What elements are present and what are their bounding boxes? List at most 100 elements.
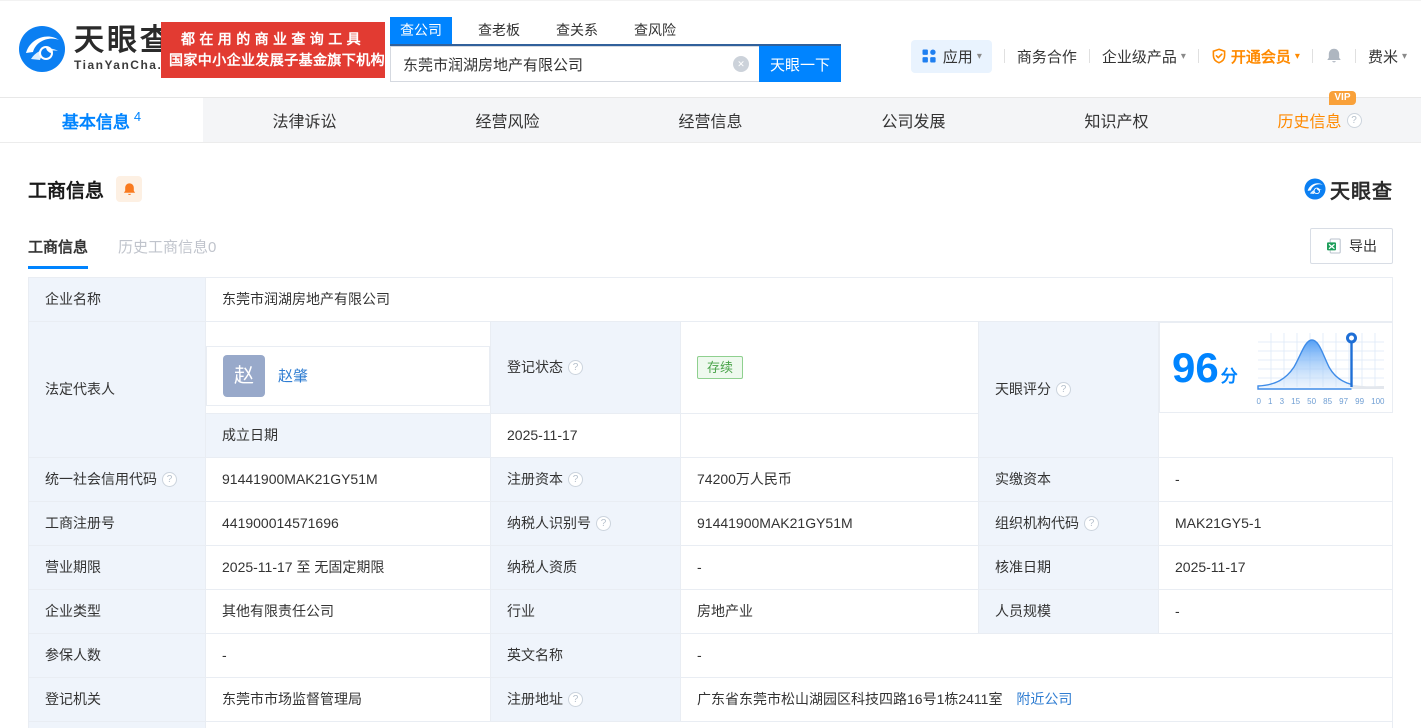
help-icon[interactable] [162,472,177,487]
legal-representative-cell: 赵 赵肇 [206,346,490,406]
help-icon[interactable] [568,360,583,375]
nav-user-menu[interactable]: 费米 ▾ [1368,46,1407,67]
tab-basic-info[interactable]: 基本信息 4 [0,98,203,142]
field-label: 工商注册号 [29,501,206,545]
subtab-history-business-info[interactable]: 历史工商信息0 [118,236,216,269]
table-row: 成立日期 2025-11-17 [29,413,1393,457]
field-label: 注册地址 [491,677,681,721]
organization-code-value: MAK21GY5-1 [1159,501,1393,545]
promo-banner: 都在用的商业查询工具 国家中小企业发展子基金旗下机构 [161,22,385,78]
company-tabbar: 基本信息 4 法律诉讼 经营风险 经营信息 公司发展 知识产权 历史信息 VIP [0,97,1421,143]
field-label: 纳税人识别号 [491,501,681,545]
search-button[interactable]: 天眼一下 [759,46,841,82]
search-tab-risk[interactable]: 查风险 [624,17,686,44]
table-row: 营业期限 2025-11-17 至 无固定期限 纳税人资质 - 核准日期 202… [29,545,1393,589]
search-tab-company[interactable]: 查公司 [390,17,452,44]
field-label: 登记状态 [491,322,681,414]
bell-icon [122,182,137,197]
subtab-business-info[interactable]: 工商信息 [28,236,88,269]
help-icon[interactable] [568,692,583,707]
field-label: 核准日期 [979,545,1159,589]
table-row: 登记机关 东莞市市场监督管理局 注册地址 广东省东莞市松山湖园区科技四路16号1… [29,677,1393,721]
registered-address-value: 广东省东莞市松山湖园区科技四路16号1栋2411室 [697,691,1002,707]
nav-vip-label: 开通会员 [1231,46,1291,67]
table-row: 统一社会信用代码 91441900MAK21GY51M 注册资本 74200万人… [29,457,1393,501]
credit-code-value: 91441900MAK21GY51M [206,457,491,501]
registration-authority-value: 东莞市市场监督管理局 [206,677,491,721]
company-name-value: 东莞市润湖房地产有限公司 [206,278,1393,322]
tab-business-risk[interactable]: 经营风险 [406,98,609,142]
clear-search-icon[interactable] [733,56,749,72]
nearby-companies-link[interactable]: 附近公司 [1016,691,1072,707]
status-label: 登记状态 [507,358,563,377]
taxpayer-qualification-value: - [681,545,979,589]
tianyancha-logo-icon [1304,178,1326,200]
tianyan-score-cell: 96 分 [1159,322,1393,413]
crown-icon [1211,48,1227,64]
tab-basic-info-count: 4 [134,109,141,124]
field-label: 法定代表人 [29,322,206,458]
field-label: 企业类型 [29,589,206,633]
watermark-logo: 天眼查 [1304,175,1393,204]
help-icon[interactable] [1056,382,1071,397]
field-label: 经营范围 [29,721,206,728]
registered-capital-value: 74200万人民币 [681,457,979,501]
username: 费米 [1368,46,1398,67]
nav-enterprise-products[interactable]: 企业级产品 ▾ [1102,46,1186,67]
approval-date-value: 2025-11-17 [1159,545,1393,589]
apps-grid-icon [921,48,937,64]
registration-status-value: 存续 [681,322,979,414]
divider [1198,49,1199,63]
divider [1004,49,1005,63]
english-name-value: - [681,633,1393,677]
divider [1355,49,1356,63]
taxpayer-id-value: 91441900MAK21GY51M [681,501,979,545]
nav-enterprise-label: 企业级产品 [1102,46,1177,67]
field-label: 英文名称 [491,633,681,677]
help-icon[interactable] [568,472,583,487]
score-unit: 分 [1221,367,1238,386]
legal-representative-link[interactable]: 赵肇 [278,367,308,386]
field-label: 企业名称 [29,278,206,322]
score-value: 96 [1172,347,1219,389]
nav-open-vip[interactable]: 开通会员 ▾ [1211,46,1300,67]
avatar[interactable]: 赵 [223,355,265,397]
subscribe-bell-button[interactable] [116,176,142,202]
excel-icon [1326,238,1342,254]
field-label: 组织机构代码 [979,501,1159,545]
header-nav: 应用 ▾ 商务合作 企业级产品 ▾ 开通会员 ▾ 费米 ▾ [911,39,1407,73]
score-distribution-chart: 01 315 5085 9799 100 [1256,329,1386,406]
help-icon[interactable] [1084,516,1099,531]
nav-cooperation[interactable]: 商务合作 [1017,46,1077,67]
table-row: 参保人数 - 英文名称 - [29,633,1393,677]
help-icon[interactable] [1347,113,1362,128]
insured-count-value: - [206,633,491,677]
field-label: 参保人数 [29,633,206,677]
field-label: 人员规模 [979,589,1159,633]
tab-history-info[interactable]: 历史信息 VIP [1218,98,1421,142]
divider [1312,49,1313,63]
bell-icon [1325,47,1343,65]
tab-legal-lawsuits[interactable]: 法律诉讼 [203,98,406,142]
tab-company-development[interactable]: 公司发展 [812,98,1015,142]
search-tab-boss[interactable]: 查老板 [468,17,530,44]
divider [1089,49,1090,63]
chevron-down-icon: ▾ [977,51,982,62]
tab-business-info[interactable]: 经营信息 [609,98,812,142]
apps-menu-button[interactable]: 应用 ▾ [911,40,992,73]
search-input[interactable] [390,46,759,82]
site-header: 天眼查 TianYanCha.com 都在用的商业查询工具 国家中小企业发展子基… [0,0,1421,97]
export-button[interactable]: 导出 [1310,228,1393,264]
search-tab-relation[interactable]: 查关系 [546,17,608,44]
tab-intellectual-property[interactable]: 知识产权 [1015,98,1218,142]
table-row: 工商注册号 441900014571696 纳税人识别号 91441900MAK… [29,501,1393,545]
notifications-bell-icon[interactable] [1325,47,1343,65]
registration-number-value: 441900014571696 [206,501,491,545]
promo-line2: 国家中小企业发展子基金旗下机构 [169,50,377,71]
chevron-down-icon: ▾ [1402,51,1407,62]
help-icon[interactable] [596,516,611,531]
business-term-value: 2025-11-17 至 无固定期限 [206,545,491,589]
business-scope-value: 许可项目：房地产开发经营。（依法须经批准的项目，经相关部门批准后方可开展经营活动… [206,721,1393,728]
chevron-down-icon: ▾ [1181,51,1186,62]
field-label: 登记机关 [29,677,206,721]
